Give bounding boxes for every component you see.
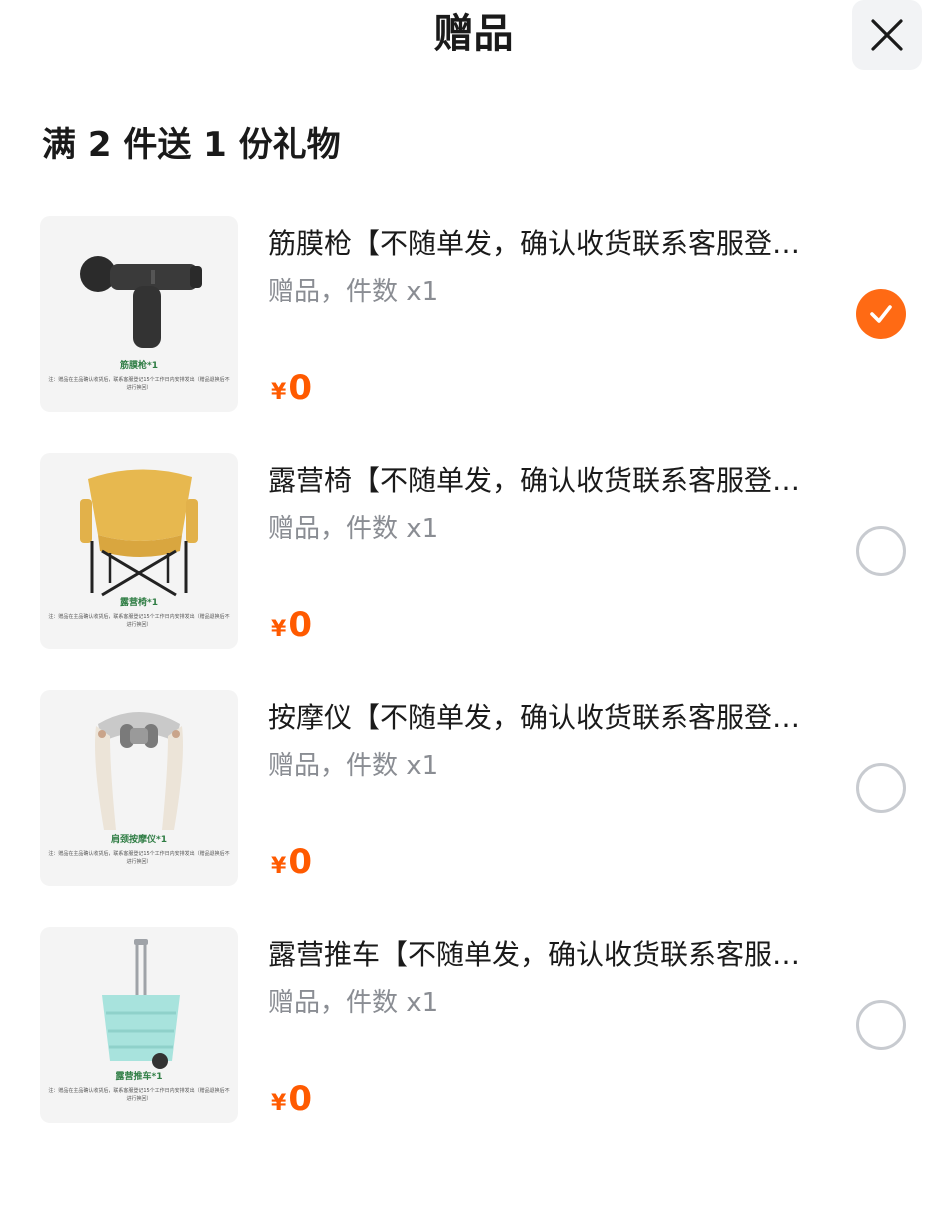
gift-quantity: 赠品，件数 x1 (268, 277, 439, 307)
price-amount: 0 (288, 1079, 312, 1119)
gift-title: 露营推车【不随单发，确认收货联系客服登记】 (268, 938, 823, 971)
gift-thumb-note: 注：赠品在主品确认收货后，联系客服登记15个工作日内安排发出（赠品退换后不进行换… (48, 851, 230, 865)
gift-select-radio[interactable] (856, 289, 906, 339)
gift-price: ¥0 (271, 1077, 312, 1127)
close-icon (871, 19, 903, 51)
gift-select-radio[interactable] (856, 763, 906, 813)
price-amount: 0 (288, 842, 312, 882)
gift-item-massage-gun[interactable]: 筋膜枪*1 注：赠品在主品确认收货后，联系客服登记15个工作日内安排发出（赠品退… (0, 216, 947, 414)
gift-thumbnail: 肩颈按摩仪*1 注：赠品在主品确认收货后，联系客服登记15个工作日内安排发出（赠… (40, 690, 238, 886)
gift-thumbnail: 筋膜枪*1 注：赠品在主品确认收货后，联系客服登记15个工作日内安排发出（赠品退… (40, 216, 238, 412)
check-icon (870, 305, 892, 323)
gift-select-radio[interactable] (856, 526, 906, 576)
promo-rule: 满 2 件送 1 份礼物 (42, 125, 341, 165)
gift-price: ¥0 (271, 366, 312, 416)
gift-title: 按摩仪【不随单发，确认收货联系客服登记】 (268, 701, 823, 734)
sheet-title: 赠品 (433, 11, 514, 57)
gift-quantity: 赠品，件数 x1 (268, 514, 439, 544)
gift-item-camping-cart[interactable]: 露营推车*1 注：赠品在主品确认收货后，联系客服登记15个工作日内安排发出（赠品… (0, 927, 947, 1125)
gift-thumb-caption: 筋膜枪*1 (120, 361, 158, 371)
gift-thumb-note: 注：赠品在主品确认收货后，联系客服登记15个工作日内安排发出（赠品退换后不进行换… (48, 614, 230, 628)
gift-quantity: 赠品，件数 x1 (268, 988, 439, 1018)
gift-select-radio[interactable] (856, 1000, 906, 1050)
gift-thumb-caption: 露营推车*1 (115, 1072, 163, 1082)
gift-thumb-caption: 肩颈按摩仪*1 (111, 835, 167, 845)
currency-symbol: ¥ (271, 617, 287, 642)
currency-symbol: ¥ (271, 1091, 287, 1116)
gift-thumbnail: 露营推车*1 注：赠品在主品确认收货后，联系客服登记15个工作日内安排发出（赠品… (40, 927, 238, 1123)
gift-quantity: 赠品，件数 x1 (268, 751, 439, 781)
price-amount: 0 (288, 605, 312, 645)
gift-title: 筋膜枪【不随单发，确认收货联系客服登记】 (268, 227, 823, 260)
gift-price: ¥0 (271, 840, 312, 890)
gift-thumb-note: 注：赠品在主品确认收货后，联系客服登记15个工作日内安排发出（赠品退换后不进行换… (48, 1088, 230, 1102)
currency-symbol: ¥ (271, 854, 287, 879)
close-button[interactable] (852, 0, 922, 70)
gift-thumb-caption: 露营椅*1 (120, 598, 158, 608)
gift-thumb-note: 注：赠品在主品确认收货后，联系客服登记15个工作日内安排发出（赠品退换后不进行换… (48, 377, 230, 391)
gift-item-neck-massager[interactable]: 肩颈按摩仪*1 注：赠品在主品确认收货后，联系客服登记15个工作日内安排发出（赠… (0, 690, 947, 888)
gift-sheet: 赠品 满 2 件送 1 份礼物 筋膜枪*1 注：赠品在主品确认收货后，联系客服登… (0, 0, 947, 1207)
price-amount: 0 (288, 368, 312, 408)
gift-title: 露营椅【不随单发，确认收货联系客服登记】 (268, 464, 823, 497)
gift-thumbnail: 露营椅*1 注：赠品在主品确认收货后，联系客服登记15个工作日内安排发出（赠品退… (40, 453, 238, 649)
gift-item-camping-chair[interactable]: 露营椅*1 注：赠品在主品确认收货后，联系客服登记15个工作日内安排发出（赠品退… (0, 453, 947, 651)
gift-price: ¥0 (271, 603, 312, 653)
currency-symbol: ¥ (271, 380, 287, 405)
